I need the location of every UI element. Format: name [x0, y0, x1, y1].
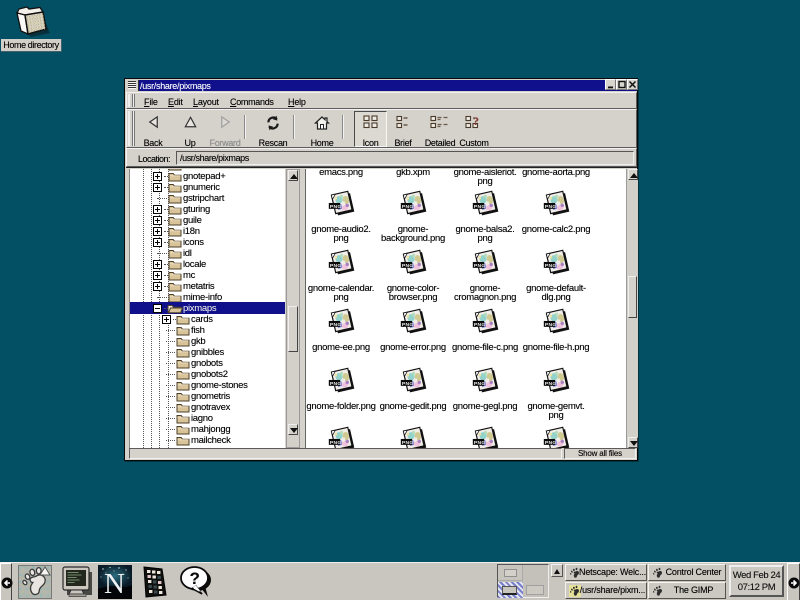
svg-text:?: ? — [190, 569, 200, 588]
svg-text:?: ? — [473, 114, 479, 128]
svg-text:N: N — [104, 568, 125, 599]
